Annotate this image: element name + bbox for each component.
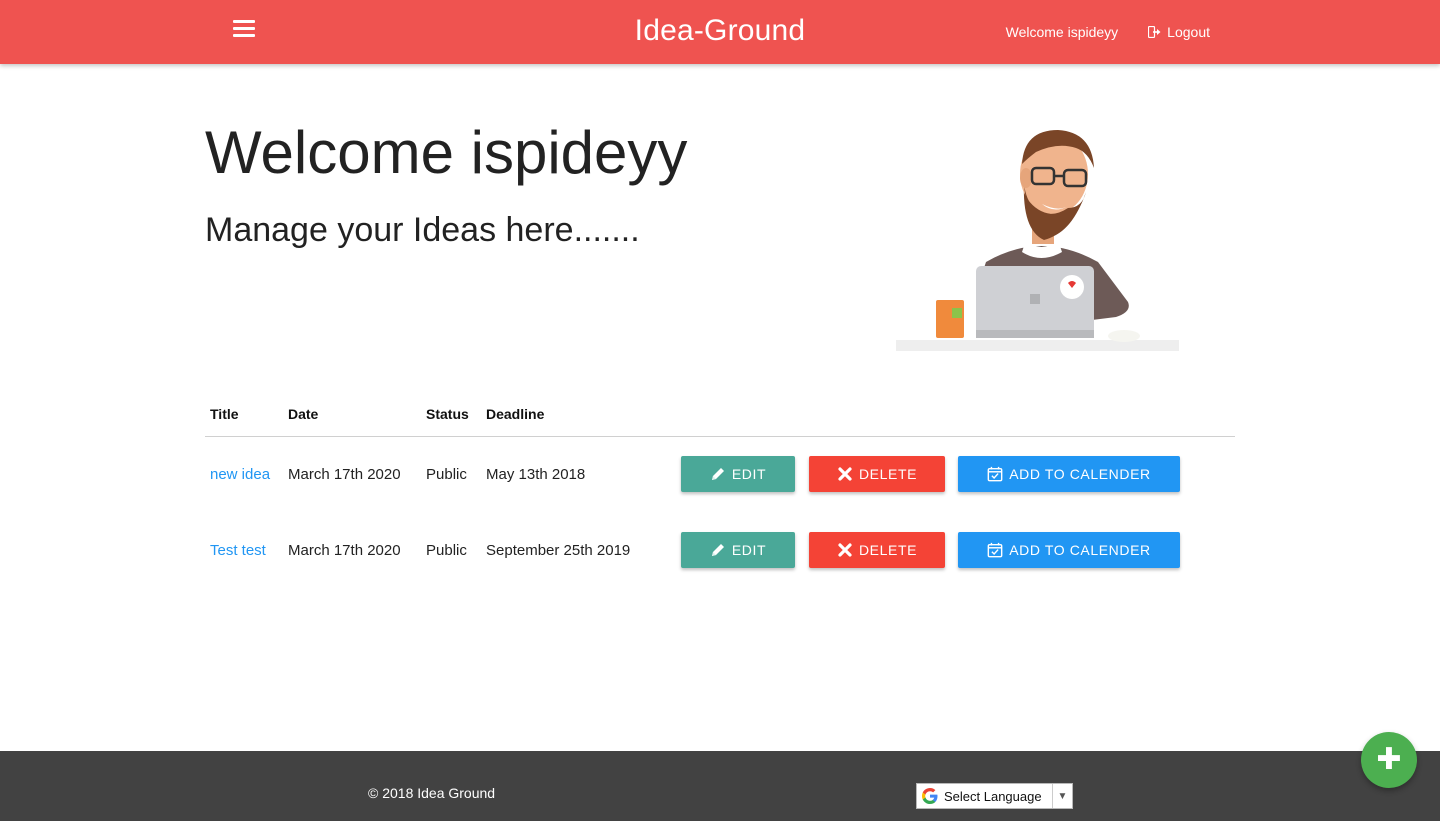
calendar-check-icon	[987, 467, 1003, 482]
page-title: Welcome ispideyy	[205, 119, 688, 186]
pencil-icon	[711, 544, 724, 556]
idea-date: March 17th 2020	[288, 465, 401, 483]
idea-deadline: September 25th 2019	[486, 541, 631, 559]
idea-status: Public	[426, 465, 467, 483]
idea-title-link[interactable]: Test test	[210, 542, 266, 559]
nav-right: Welcome ispideyy Logout	[1006, 0, 1210, 64]
hamburger-menu-icon[interactable]	[233, 20, 257, 42]
edit-button[interactable]: EDIT	[681, 532, 795, 568]
delete-button[interactable]: DELETE	[809, 532, 945, 568]
delete-label: DELETE	[858, 542, 918, 558]
add-to-calendar-label: ADD TO CALENDER	[1009, 466, 1151, 483]
column-header-actions	[653, 392, 1235, 437]
column-header-date: Date	[283, 392, 421, 437]
table-row: Test test March 17th 2020 Public Septemb…	[205, 512, 1235, 588]
plus-icon: ✚	[1376, 743, 1402, 776]
idea-status: Public	[426, 541, 467, 559]
welcome-link[interactable]: Welcome ispideyy	[1006, 24, 1119, 40]
calendar-check-icon	[987, 542, 1003, 558]
add-to-calendar-button[interactable]: ADD TO CALENDER	[958, 456, 1180, 493]
row-actions: EDIT DELETE ADD TO CALENDER	[653, 436, 1235, 512]
column-header-title: Title	[205, 392, 283, 437]
column-header-status: Status	[421, 392, 481, 437]
table-header-row: Title Date Status Deadline	[205, 392, 1235, 437]
column-header-deadline: Deadline	[481, 392, 653, 437]
language-select-label: Select Language	[944, 788, 1042, 804]
ideas-table: Title Date Status Deadline new idea Marc…	[205, 392, 1235, 588]
row-actions: EDIT DELETE ADD TO CALENDER	[653, 512, 1235, 588]
edit-label: EDIT	[731, 542, 767, 558]
logout-link[interactable]: Logout	[1148, 24, 1210, 40]
add-idea-fab[interactable]: ✚	[1361, 732, 1417, 788]
idea-deadline: May 13th 2018	[486, 465, 586, 483]
footer: © 2018 Idea Ground Select Language ▼	[0, 751, 1440, 821]
language-select[interactable]: Select Language ▼	[916, 783, 1073, 809]
brand-logo-link[interactable]: Idea-Ground	[635, 14, 806, 47]
page-subtitle: Manage your Ideas here.......	[205, 211, 640, 249]
delete-label: DELETE	[858, 466, 918, 483]
idea-date: March 17th 2020	[288, 541, 401, 559]
idea-title-link[interactable]: new idea	[210, 466, 270, 483]
developer-illustration	[896, 130, 1179, 351]
pencil-icon	[711, 468, 724, 481]
delete-button[interactable]: DELETE	[809, 456, 945, 493]
brand: Idea-Ground	[0, 12, 1440, 50]
table-row: new idea March 17th 2020 Public May 13th…	[205, 436, 1235, 512]
edit-label: EDIT	[731, 466, 767, 483]
google-icon	[922, 788, 938, 804]
close-icon	[838, 467, 852, 481]
dropdown-arrow-icon: ▼	[1052, 784, 1072, 808]
navbar: Idea-Ground Welcome ispideyy Logout	[0, 0, 1440, 64]
close-icon	[838, 543, 852, 557]
add-to-calendar-button[interactable]: ADD TO CALENDER	[958, 532, 1180, 568]
add-to-calendar-label: ADD TO CALENDER	[1009, 542, 1151, 558]
edit-button[interactable]: EDIT	[681, 456, 795, 493]
logout-label: Logout	[1167, 24, 1210, 40]
copyright-text: © 2018 Idea Ground	[368, 785, 496, 801]
sign-out-icon	[1148, 26, 1161, 38]
